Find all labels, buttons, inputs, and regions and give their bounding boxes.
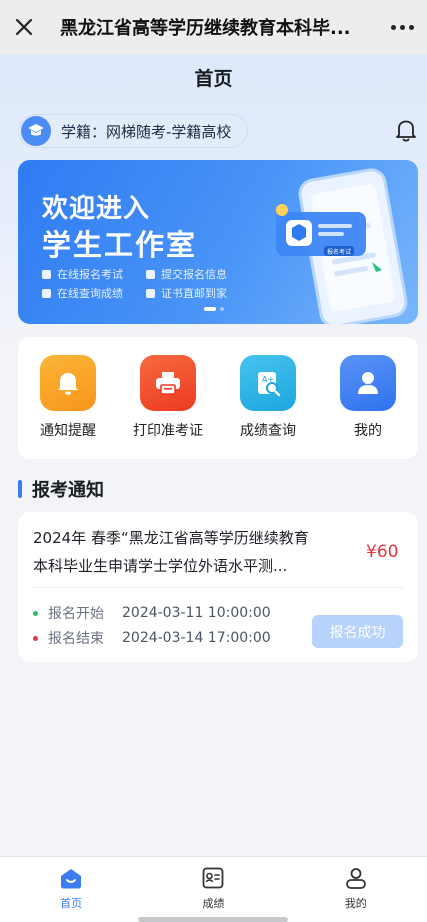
user-icon xyxy=(340,355,396,411)
tab-label: 首页 xyxy=(60,897,83,910)
notice-price: ¥60 xyxy=(366,542,399,562)
divider xyxy=(33,587,403,588)
banner-pagination xyxy=(204,307,228,311)
notification-bell-icon[interactable] xyxy=(392,116,420,144)
home-icon xyxy=(61,869,82,889)
banner-title-line1: 欢迎进入 xyxy=(42,194,151,224)
bell-icon xyxy=(40,355,96,411)
phone-illustration: 报名考试 xyxy=(276,168,408,324)
start-time: 2024-03-11 10:00:00 xyxy=(122,605,271,621)
user-outline-icon xyxy=(345,868,366,889)
tab-mine[interactable]: 我的 xyxy=(285,857,427,922)
menu-item-label: 通知提醒 xyxy=(40,423,96,439)
close-icon[interactable] xyxy=(2,0,46,54)
student-status-label: 学籍：网梯随考-学籍高校 xyxy=(61,122,232,141)
menu-item-print-admission[interactable]: 打印准考证 xyxy=(123,355,213,459)
printer-icon xyxy=(140,355,196,411)
end-dot-icon xyxy=(33,635,38,641)
window-title: 黑龙江省高等学历继续教育本科毕... xyxy=(60,18,351,39)
exam-notice-card[interactable]: 2024年 春季“黑龙江省高等学历继续教育 本科毕业生申请学士学位外语水平测..… xyxy=(18,512,418,662)
tab-label: 我的 xyxy=(344,897,367,910)
page-title: 首页 xyxy=(194,68,233,90)
bottom-tab-bar: 首页 成绩 我的 xyxy=(0,856,427,922)
registration-success-button[interactable]: 报名成功 xyxy=(312,615,403,648)
registration-start-row: 报名开始 2024-03-11 10:00:00 xyxy=(33,603,271,623)
registration-end-row: 报名结束 2024-03-14 17:00:00 xyxy=(33,628,271,648)
banner-feature: 在线报名考试 xyxy=(42,266,123,282)
section-title: 报考通知 xyxy=(18,476,104,502)
start-label: 报名开始 xyxy=(48,606,104,622)
student-status-selector[interactable]: 学籍：网梯随考-学籍高校 xyxy=(18,114,249,148)
top-app-bar: 黑龙江省高等学历继续教育本科毕... xyxy=(0,0,427,54)
banner-title-line2: 学生工作室 xyxy=(42,228,198,262)
notice-title-line1: 2024年 春季“黑龙江省高等学历继续教育 xyxy=(33,529,309,547)
more-options-icon[interactable] xyxy=(377,0,427,54)
banner-tag-text: 报名考试 xyxy=(327,248,351,256)
banner-feature: 证书直邮到家 xyxy=(146,285,227,301)
menu-item-label: 打印准考证 xyxy=(133,423,203,439)
graduation-cap-icon xyxy=(21,116,51,146)
score-search-icon: A+ xyxy=(240,355,296,411)
tab-home[interactable]: 首页 xyxy=(0,857,142,922)
notice-title-line2: 本科毕业生申请学士学位外语水平测... xyxy=(33,557,288,575)
promo-banner[interactable]: 欢迎进入 学生工作室 在线报名考试 提交报名信息 在线查询成绩 证书直邮到家 报… xyxy=(18,160,418,324)
menu-item-score-query[interactable]: A+ 成绩查询 xyxy=(223,355,313,459)
start-dot-icon xyxy=(33,610,38,616)
quick-menu: 通知提醒 打印准考证 A+ 成绩查询 我的 xyxy=(18,337,418,459)
banner-feature: 在线查询成绩 xyxy=(42,285,123,301)
end-time: 2024-03-14 17:00:00 xyxy=(122,630,271,646)
section-accent-bar xyxy=(18,480,22,498)
tab-scores[interactable]: 成绩 xyxy=(142,857,284,922)
section-title-text: 报考通知 xyxy=(32,480,104,501)
home-indicator xyxy=(138,917,288,922)
banner-feature: 提交报名信息 xyxy=(146,266,227,282)
menu-item-mine[interactable]: 我的 xyxy=(323,355,413,459)
end-label: 报名结束 xyxy=(48,631,104,647)
notice-title: 2024年 春季“黑龙江省高等学历继续教育 本科毕业生申请学士学位外语水平测..… xyxy=(33,524,333,580)
tab-label: 成绩 xyxy=(202,897,225,910)
menu-item-notifications[interactable]: 通知提醒 xyxy=(23,355,113,459)
score-card-icon xyxy=(203,867,224,889)
menu-item-label: 成绩查询 xyxy=(240,423,296,439)
menu-item-label: 我的 xyxy=(354,423,382,439)
